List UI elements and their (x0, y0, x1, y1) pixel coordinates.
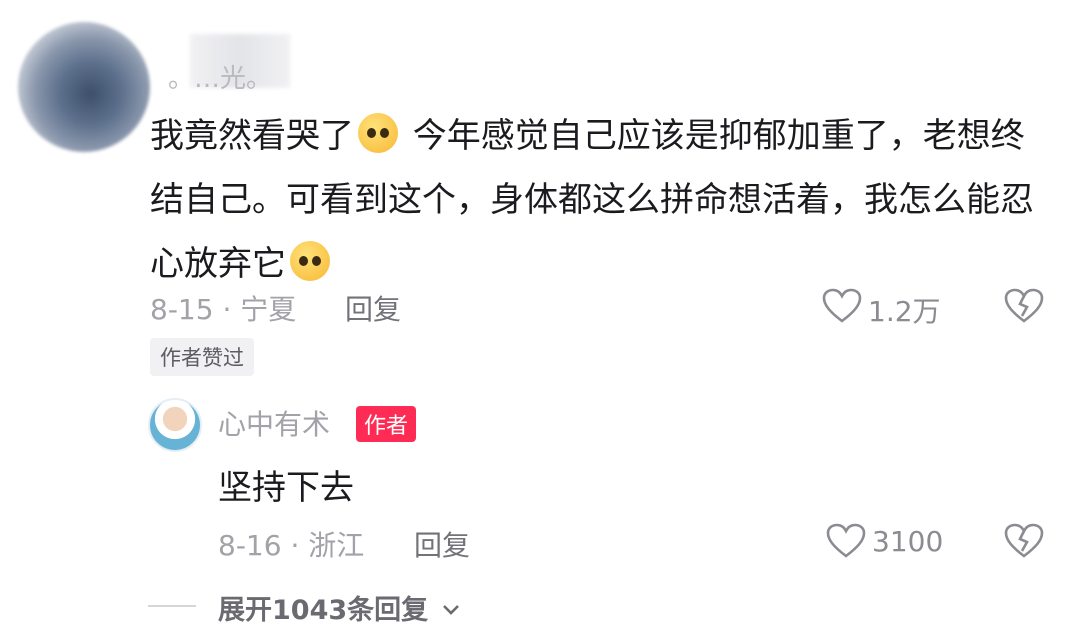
heart-icon (822, 288, 862, 323)
reply-button[interactable]: 回复 (345, 288, 401, 328)
comment-text: 我竟然看哭了 今年感觉自己应该是抑郁加重了，老想终结自己。可看到这个，身体都这么… (150, 104, 1050, 296)
reply-dislike-button[interactable] (1004, 523, 1044, 563)
reply-username[interactable]: 心中有术 (218, 403, 330, 443)
author-liked-badge: 作者赞过 (150, 338, 254, 376)
reply-avatar[interactable] (148, 398, 202, 452)
comment-text-part1: 我竟然看哭了 (150, 116, 354, 156)
reply-date-location: 8-16 · 浙江 (218, 529, 365, 562)
reply-like-button[interactable] (826, 523, 866, 563)
chevron-down-icon (442, 605, 459, 615)
expand-replies-button[interactable]: 展开1043条回复 (218, 588, 460, 627)
pleading-emoji-icon (290, 241, 330, 281)
comment-username[interactable]: 。…光。 (168, 58, 272, 95)
reply-text: 坚持下去 (218, 468, 354, 508)
author-badge: 作者 (356, 406, 417, 442)
avatar[interactable] (18, 22, 150, 152)
like-button[interactable] (822, 288, 862, 328)
heart-icon (826, 523, 866, 558)
crying-emoji-icon (358, 113, 398, 153)
broken-heart-icon (1004, 288, 1044, 323)
broken-heart-icon (1004, 523, 1044, 558)
expand-replies-label: 展开1043条回复 (218, 595, 429, 626)
reply-like-count: 3100 (872, 525, 944, 558)
comment-date-location: 8-15 · 宁夏 (150, 293, 297, 326)
reply-reply-button[interactable]: 回复 (414, 524, 470, 564)
divider (148, 605, 196, 607)
dislike-button[interactable] (1004, 288, 1044, 328)
like-count: 1.2万 (868, 295, 941, 328)
